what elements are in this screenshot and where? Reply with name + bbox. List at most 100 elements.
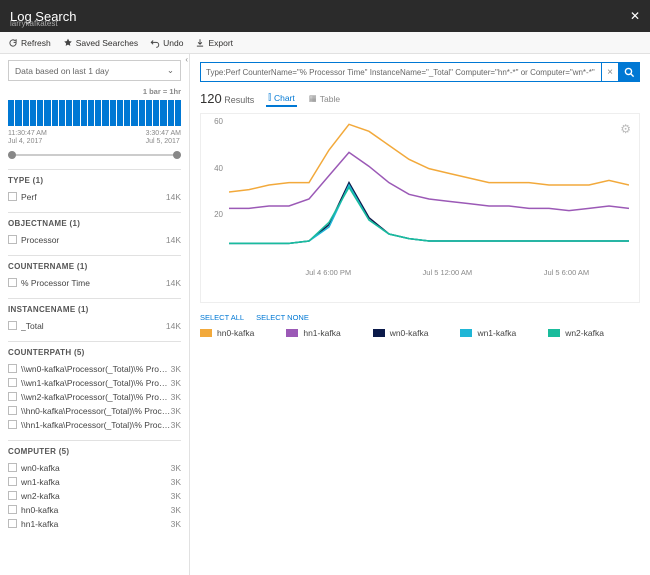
facet-item[interactable]: Processor14K	[8, 233, 181, 247]
checkbox[interactable]	[8, 491, 17, 500]
facet-item[interactable]: Perf14K	[8, 190, 181, 204]
export-button[interactable]: Export	[195, 38, 233, 48]
time-range-slider[interactable]	[8, 151, 181, 159]
saved-searches-button[interactable]: Saved Searches	[63, 38, 138, 48]
facet-item[interactable]: wn0-kafka3K	[8, 461, 181, 475]
search-bar: ×	[200, 62, 640, 82]
facet-item[interactable]: hn1-kafka3K	[8, 517, 181, 531]
facet-count: 14K	[166, 192, 181, 202]
chart-icon: ⫿	[268, 92, 271, 103]
tab-chart[interactable]: ⫿Chart	[266, 90, 297, 107]
time-range-selector[interactable]: Data based on last 1 day ⌄	[8, 60, 181, 81]
chart-panel: ⚙ 204060 Jul 4 6:00 PMJul 5 12:00 AMJul …	[200, 113, 640, 303]
select-none-button[interactable]: SELECT NONE	[256, 313, 309, 322]
facet-item[interactable]: \\wn1-kafka\Processor(_Total)\% Processo…	[8, 376, 181, 390]
facet-count: 3K	[171, 378, 181, 388]
facet-block: COMPUTER (5)wn0-kafka3Kwn1-kafka3Kwn2-ka…	[8, 440, 181, 539]
facet-label: hn1-kafka	[21, 519, 171, 529]
export-icon	[195, 38, 205, 48]
checkbox[interactable]	[8, 477, 17, 486]
facet-count: 14K	[166, 278, 181, 288]
facet-item[interactable]: _Total14K	[8, 319, 181, 333]
facet-header[interactable]: COUNTERPATH (5)	[8, 348, 181, 357]
line-chart[interactable]: 204060 Jul 4 6:00 PMJul 5 12:00 AMJul 5 …	[209, 122, 631, 282]
page-subtitle: larrykafkatest	[10, 19, 58, 28]
checkbox[interactable]	[8, 463, 17, 472]
checkbox[interactable]	[8, 519, 17, 528]
facet-label: _Total	[21, 321, 166, 331]
facet-header[interactable]: OBJECTNAME (1)	[8, 219, 181, 228]
legend-label: hn0-kafka	[217, 328, 254, 338]
checkbox[interactable]	[8, 505, 17, 514]
legend-item[interactable]: wn0-kafka	[373, 328, 429, 338]
undo-button[interactable]: Undo	[150, 38, 183, 48]
checkbox[interactable]	[8, 278, 17, 287]
undo-icon	[150, 38, 160, 48]
bar-scale-label: 1 bar = 1hr	[8, 87, 181, 96]
legend-swatch	[286, 329, 298, 337]
facet-item[interactable]: \\wn0-kafka\Processor(_Total)\% Processo…	[8, 362, 181, 376]
search-icon	[624, 67, 635, 78]
facet-item[interactable]: hn0-kafka3K	[8, 503, 181, 517]
chevron-down-icon: ⌄	[167, 65, 174, 76]
time-axis-labels: 11:30:47 AMJul 4, 2017 3:30:47 AMJul 5, …	[8, 130, 181, 147]
facet-label: wn2-kafka	[21, 491, 171, 501]
checkbox[interactable]	[8, 192, 17, 201]
time-histogram[interactable]	[8, 98, 181, 126]
facet-block: TYPE (1) Perf14K	[8, 169, 181, 212]
search-input[interactable]	[200, 62, 602, 82]
facet-block: COUNTERNAME (1) % Processor Time14K	[8, 255, 181, 298]
checkbox[interactable]	[8, 392, 17, 401]
facet-label: Perf	[21, 192, 166, 202]
facet-item[interactable]: wn2-kafka3K	[8, 489, 181, 503]
checkbox[interactable]	[8, 321, 17, 330]
toolbar: Refresh Saved Searches Undo Export	[0, 32, 650, 54]
facet-count: 3K	[171, 392, 181, 402]
facet-header[interactable]: COUNTERNAME (1)	[8, 262, 181, 271]
facet-label: \\wn2-kafka\Processor(_Total)\% Processo…	[21, 392, 171, 402]
facet-header[interactable]: INSTANCENAME (1)	[8, 305, 181, 314]
facet-count: 14K	[166, 235, 181, 245]
legend-item[interactable]: wn2-kafka	[548, 328, 604, 338]
header-bar: Log Search larrykafkatest ✕	[0, 0, 650, 32]
refresh-icon	[8, 38, 18, 48]
legend-label: wn1-kafka	[477, 328, 516, 338]
facet-item[interactable]: \\wn2-kafka\Processor(_Total)\% Processo…	[8, 390, 181, 404]
checkbox[interactable]	[8, 420, 17, 429]
clear-search-button[interactable]: ×	[602, 62, 618, 82]
facet-item[interactable]: % Processor Time14K	[8, 276, 181, 290]
facet-count: 3K	[171, 364, 181, 374]
select-all-button[interactable]: SELECT ALL	[200, 313, 244, 322]
facet-item[interactable]: \\hn0-kafka\Processor(_Total)\% Processo…	[8, 404, 181, 418]
facet-item[interactable]: \\hn1-kafka\Processor(_Total)\% Processo…	[8, 418, 181, 432]
legend-swatch	[460, 329, 472, 337]
legend-swatch	[200, 329, 212, 337]
facet-count: 3K	[171, 519, 181, 529]
content-area: × 120 Results ⫿Chart ▦Table ⚙ 204060 Jul…	[190, 54, 650, 575]
facet-count: 3K	[171, 477, 181, 487]
tab-table[interactable]: ▦Table	[307, 90, 342, 107]
run-search-button[interactable]	[618, 62, 640, 82]
facet-header[interactable]: COMPUTER (5)	[8, 447, 181, 456]
legend-item[interactable]: hn1-kafka	[286, 328, 340, 338]
facet-count: 14K	[166, 321, 181, 331]
facet-label: % Processor Time	[21, 278, 166, 288]
checkbox[interactable]	[8, 235, 17, 244]
results-count: 120 Results	[200, 91, 254, 106]
facet-item[interactable]: wn1-kafka3K	[8, 475, 181, 489]
facet-count: 3K	[171, 491, 181, 501]
legend-item[interactable]: hn0-kafka	[200, 328, 254, 338]
facet-label: \\hn1-kafka\Processor(_Total)\% Processo…	[21, 420, 171, 430]
checkbox[interactable]	[8, 378, 17, 387]
checkbox[interactable]	[8, 364, 17, 373]
close-button[interactable]: ✕	[630, 9, 640, 23]
facet-count: 3K	[171, 406, 181, 416]
collapse-sidebar-icon[interactable]: ‹	[185, 55, 188, 64]
refresh-button[interactable]: Refresh	[8, 38, 51, 48]
legend-label: wn0-kafka	[390, 328, 429, 338]
facet-header[interactable]: TYPE (1)	[8, 176, 181, 185]
checkbox[interactable]	[8, 406, 17, 415]
legend-item[interactable]: wn1-kafka	[460, 328, 516, 338]
facet-count: 3K	[171, 420, 181, 430]
facet-count: 3K	[171, 505, 181, 515]
